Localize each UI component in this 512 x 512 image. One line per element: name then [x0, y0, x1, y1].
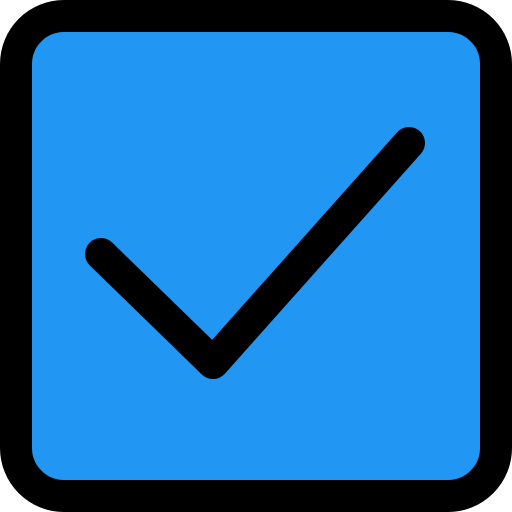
checkbox[interactable]	[0, 0, 512, 512]
checkbox-checked-icon	[0, 0, 512, 512]
